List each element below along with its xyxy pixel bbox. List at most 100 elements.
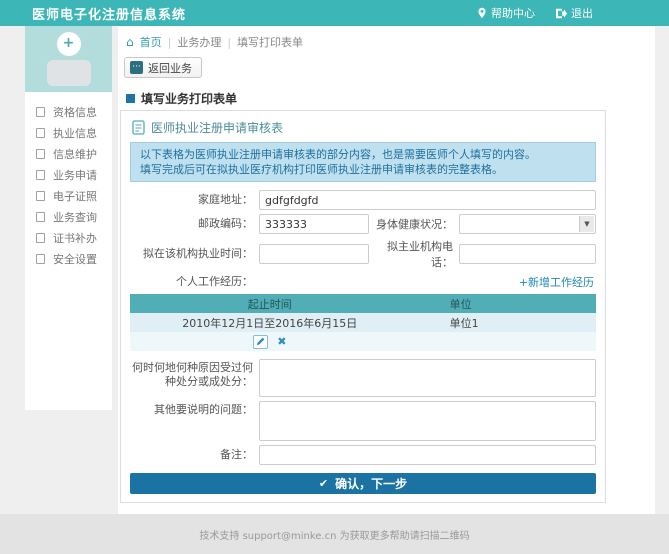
add-work-history-link[interactable]: +新增工作经历: [519, 274, 596, 290]
breadcrumb-separator: |: [227, 36, 231, 49]
book-icon: [36, 233, 45, 243]
table-cell-period: 2010年12月1日至2016年6月15日: [130, 315, 410, 331]
sidebar-item-label: 信息维护: [53, 146, 97, 162]
table-cell-unit: 单位1: [410, 315, 596, 331]
help-center-link[interactable]: 帮助中心: [477, 5, 535, 21]
page: 医师电子化注册信息系统 帮助中心 退出 + 资格信息 执业信息: [0, 0, 669, 554]
punishment-textarea[interactable]: [259, 359, 596, 397]
sidebar-item-certificate[interactable]: 电子证照: [25, 185, 112, 206]
work-history-table: 起止时间 单位 2010年12月1日至2016年6月15日 单位1 ✖: [130, 294, 596, 351]
back-to-business-button[interactable]: ··· 返回业务: [124, 57, 202, 78]
form-row-punishment: 何时何地何种原因受过何种处分或成处分：: [130, 359, 596, 397]
form-row-postcode-health: 邮政编码： 身体健康状况： ▼: [130, 214, 596, 234]
table-header-period: 起止时间: [130, 296, 410, 312]
org-phone-label: 拟主业机构电话：: [369, 238, 459, 270]
breadcrumb-current: 填写打印表单: [237, 34, 303, 50]
form-row-remark: 备注：: [130, 445, 596, 465]
logout-icon: [555, 8, 567, 19]
app-header: 医师电子化注册信息系统 帮助中心 退出: [0, 0, 669, 26]
user-avatar: +: [25, 26, 112, 92]
badge-icon: [36, 191, 45, 201]
form-header: 医师执业注册申请审核表: [132, 119, 596, 136]
form-title: 医师执业注册申请审核表: [151, 119, 283, 136]
health-status-select[interactable]: ▼: [459, 214, 596, 234]
punishment-label: 何时何地何种原因受过何种处分或成处分：: [130, 359, 259, 389]
sidebar-item-label: 安全设置: [53, 251, 97, 267]
form-document-icon: [132, 120, 145, 135]
notice-line-1: 以下表格为医师执业注册申请审核表的部分内容，也是需要医师个人填写的内容。: [140, 147, 586, 162]
sidebar-item-practice[interactable]: 执业信息: [25, 122, 112, 143]
sidebar-item-query[interactable]: 业务查询: [25, 206, 112, 227]
address-input[interactable]: [259, 190, 596, 210]
sidebar-menu: 资格信息 执业信息 信息维护 业务申请 电子证照 业务查询: [25, 92, 112, 269]
form-row-work-history: 个人工作经历： +新增工作经历: [130, 274, 596, 290]
notice-line-2: 填写完成后可在拟执业医疗机构打印医师执业注册申请审核表的完整表格。: [140, 162, 586, 177]
home-icon: ⌂: [126, 35, 134, 49]
notice-box: 以下表格为医师执业注册申请审核表的部分内容，也是需要医师个人填写的内容。 填写完…: [130, 142, 596, 182]
sidebar: + 资格信息 执业信息 信息维护 业务申请 电子证照: [25, 26, 112, 410]
section-title-label: 填写业务打印表单: [141, 90, 237, 107]
app-title: 医师电子化注册信息系统: [14, 4, 186, 23]
file-icon: [36, 170, 45, 180]
form-row-address: 家庭地址：: [130, 190, 596, 210]
user-icon: [36, 128, 45, 138]
pencil-icon: [256, 337, 265, 346]
table-row-actions: ✖: [130, 332, 596, 351]
check-icon: ✔: [319, 477, 328, 490]
org-phone-input[interactable]: [459, 244, 596, 264]
sidebar-item-security[interactable]: 安全设置: [25, 248, 112, 269]
postcode-input[interactable]: [259, 214, 369, 234]
header-actions: 帮助中心 退出: [477, 5, 593, 21]
sidebar-item-label: 业务查询: [53, 209, 97, 225]
sidebar-item-label: 执业信息: [53, 125, 97, 141]
sidebar-item-application[interactable]: 业务申请: [25, 164, 112, 185]
table-row: 2010年12月1日至2016年6月15日 单位1: [130, 313, 596, 332]
breadcrumb: ⌂ 首页 | 业务办理 | 填写打印表单: [126, 34, 303, 50]
lock-icon: [36, 254, 45, 264]
section-title: 填写业务打印表单: [126, 90, 237, 107]
work-history-label: 个人工作经历：: [130, 275, 259, 289]
sidebar-item-label: 业务申请: [53, 167, 97, 183]
practice-time-label: 拟在该机构执业时间：: [130, 247, 259, 261]
sidebar-item-label: 电子证照: [53, 188, 97, 204]
address-label: 家庭地址：: [130, 193, 259, 207]
form-row-practice-phone: 拟在该机构执业时间： 拟主业机构电话：: [130, 238, 596, 270]
chevron-down-icon: ▼: [579, 216, 594, 232]
edit-icon[interactable]: [253, 335, 268, 349]
form-row-other-issues: 其他要说明的问题：: [130, 401, 596, 441]
section-bullet-icon: [126, 94, 135, 103]
delete-icon[interactable]: ✖: [277, 335, 286, 349]
sidebar-item-reissue[interactable]: 证书补办: [25, 227, 112, 248]
avatar-body-shape: [47, 60, 91, 86]
content-area: ⌂ 首页 | 业务办理 | 填写打印表单 ··· 返回业务 填写业务打印表单: [118, 26, 655, 514]
logout-link[interactable]: 退出: [555, 5, 593, 21]
page-footer: 技术支持 support@minke.cn 为获取更多帮助请扫描二维码: [0, 514, 669, 554]
back-button-label: 返回业务: [148, 60, 192, 76]
footer-text: 技术支持 support@minke.cn 为获取更多帮助请扫描二维码: [199, 527, 469, 542]
sidebar-item-label: 资格信息: [53, 104, 97, 120]
form-panel: 医师执业注册申请审核表 以下表格为医师执业注册申请审核表的部分内容，也是需要医师…: [120, 110, 606, 503]
confirm-next-button[interactable]: ✔ 确认，下一步: [130, 473, 596, 494]
wrench-icon: [36, 149, 45, 159]
breadcrumb-section[interactable]: 业务办理: [177, 34, 221, 50]
sidebar-item-maintenance[interactable]: 信息维护: [25, 143, 112, 164]
health-status-label: 身体健康状况：: [369, 216, 459, 232]
doctor-avatar-icon: +: [57, 32, 81, 56]
postcode-label: 邮政编码：: [130, 217, 259, 231]
remark-input[interactable]: [259, 445, 596, 465]
sidebar-item-qualification[interactable]: 资格信息: [25, 101, 112, 122]
practice-time-input[interactable]: [259, 244, 369, 264]
back-icon: ···: [130, 61, 143, 74]
document-icon: [36, 107, 45, 117]
confirm-next-label: 确认，下一步: [335, 475, 407, 492]
location-pin-icon: [477, 7, 487, 19]
other-issues-label: 其他要说明的问题：: [130, 401, 259, 417]
other-issues-textarea[interactable]: [259, 401, 596, 441]
breadcrumb-home[interactable]: 首页: [140, 34, 162, 50]
remark-label: 备注：: [130, 448, 259, 462]
breadcrumb-separator: |: [168, 36, 172, 49]
search-icon: [36, 212, 45, 222]
table-header-row: 起止时间 单位: [130, 294, 596, 313]
help-center-label: 帮助中心: [491, 5, 535, 21]
row-action-icons: ✖: [130, 335, 410, 349]
